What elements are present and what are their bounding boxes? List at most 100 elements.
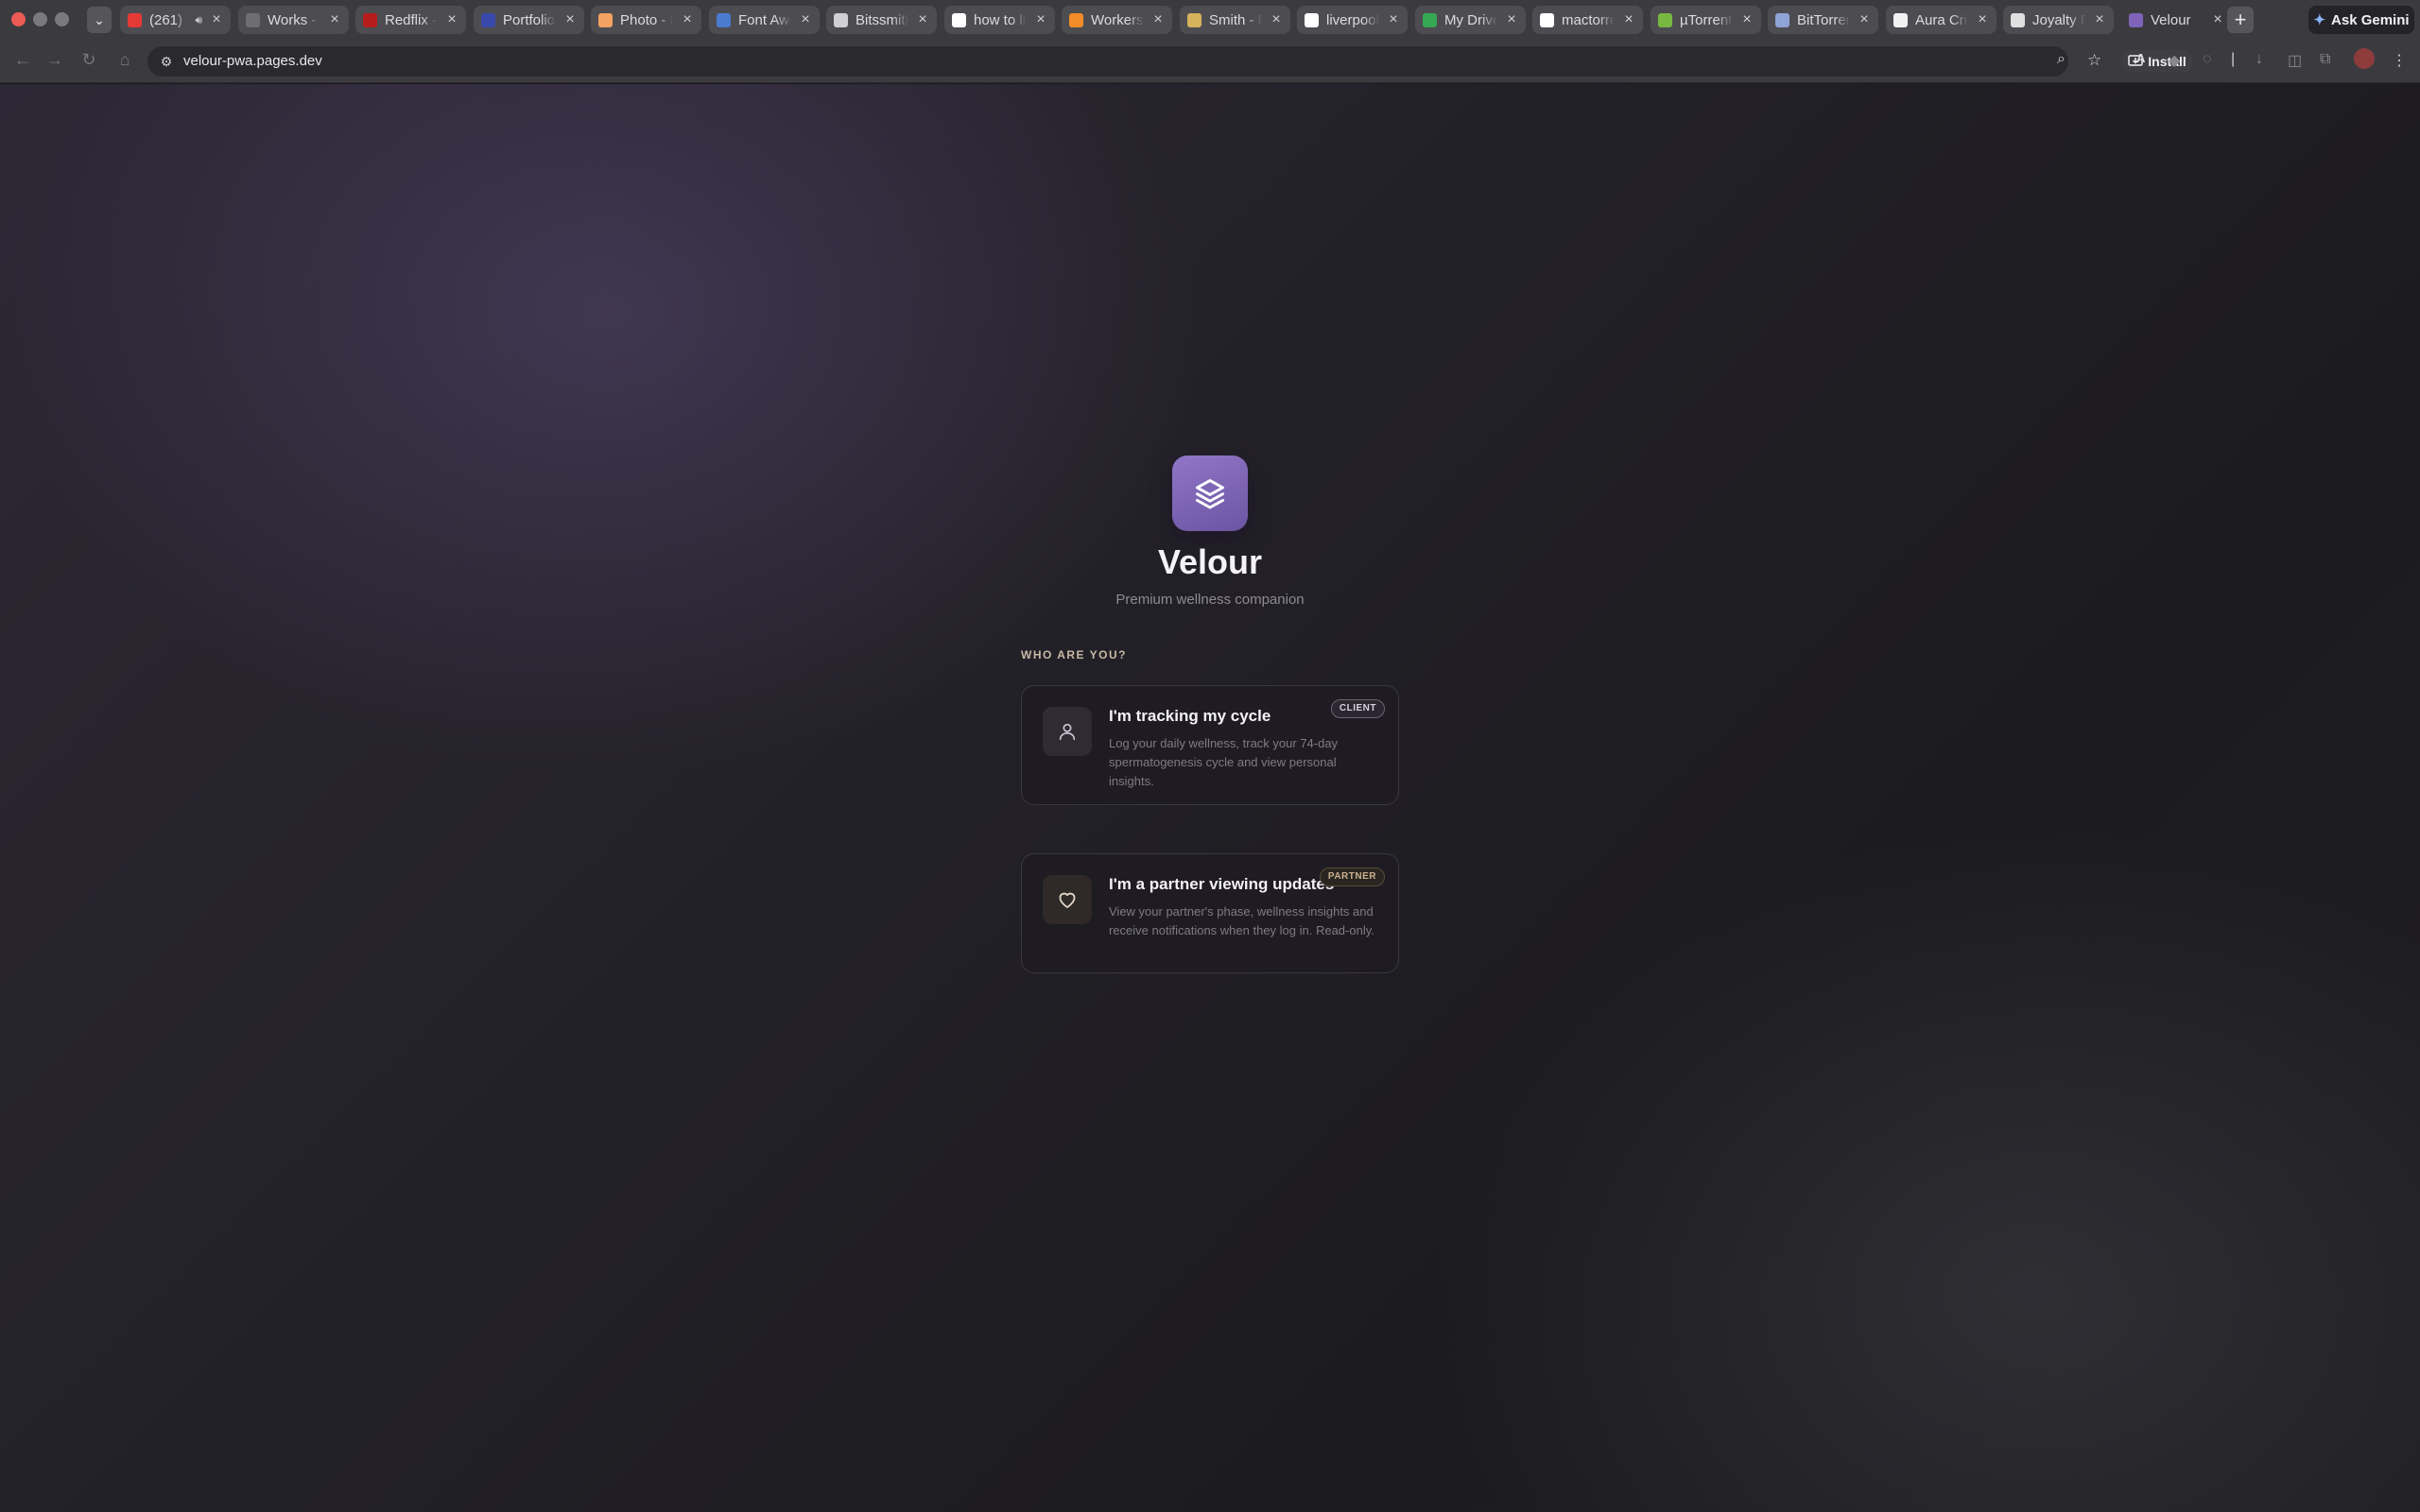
ask-gemini-button[interactable]: ✦ Ask Gemini — [2308, 6, 2414, 34]
address-bar[interactable]: ⚙ velour-pwa.pages.dev Install ⌕ ☆ — [147, 46, 2193, 77]
tab-title: Velour — [2151, 11, 2191, 28]
download-icon[interactable]: ↓ — [2256, 51, 2263, 68]
browser-tab[interactable]: µTorrent × — [1651, 6, 1761, 34]
bookmark-star-icon[interactable]: ☆ — [2087, 51, 2101, 70]
tab-close-icon[interactable]: × — [2093, 11, 2106, 28]
browser-tab[interactable]: Smith - P × — [1180, 6, 1290, 34]
tab-close-icon[interactable]: × — [445, 11, 458, 28]
role-description: View your partner's phase, wellness insi… — [1109, 904, 1374, 937]
browser-tab[interactable]: Portfolio × — [474, 6, 584, 34]
tab-favicon-icon — [1658, 12, 1672, 27]
install-app-button[interactable]: Install — [2121, 50, 2193, 73]
tab-title: Smith - P — [1209, 11, 1262, 28]
tab-close-icon[interactable]: × — [210, 11, 223, 28]
browser-tab[interactable]: liverpool × — [1297, 6, 1408, 34]
tab-close-icon[interactable]: × — [563, 11, 577, 28]
tab-favicon-icon — [2011, 12, 2025, 27]
browser-tab[interactable]: (261) 🔊︎ × — [120, 6, 231, 34]
tab-close-icon[interactable]: × — [1151, 11, 1165, 28]
browser-tab[interactable]: Aura Criti × — [1886, 6, 1996, 34]
toolbar-separator: | — [2231, 51, 2236, 67]
back-icon[interactable]: ← — [11, 50, 34, 70]
browser-tab[interactable]: Bitssmith × — [826, 6, 937, 34]
tab-favicon-icon — [717, 12, 731, 27]
zoom-icon[interactable]: ⌕ — [2057, 51, 2066, 68]
tab-close-icon[interactable]: × — [799, 11, 812, 28]
tab-close-icon[interactable]: × — [1976, 11, 1989, 28]
browser-tab[interactable]: Works - × — [238, 6, 349, 34]
tab-search-button[interactable]: ⌄ — [87, 7, 112, 33]
tab-favicon-icon — [246, 12, 260, 27]
tab-audio-icon[interactable]: 🔊︎ — [195, 13, 202, 27]
new-tab-button[interactable]: + — [2227, 7, 2254, 33]
home-icon[interactable]: ⌂ — [113, 50, 136, 70]
tab-title: (261) — [149, 11, 183, 28]
url-text[interactable]: velour-pwa.pages.dev — [183, 53, 322, 69]
section-label: WHO ARE YOU? — [1021, 648, 1128, 662]
translate-icon[interactable]: A — [2136, 51, 2145, 65]
tab-title: My Drive — [1444, 11, 1497, 28]
tab-close-icon[interactable]: × — [2211, 11, 2224, 28]
profile-avatar[interactable] — [2354, 48, 2375, 69]
extension-icon-3[interactable]: ◫ — [2288, 51, 2302, 70]
app-name: Velour — [1157, 542, 1263, 581]
app-logo — [1172, 455, 1248, 531]
browser-tab[interactable]: Workers × — [1062, 6, 1172, 34]
tab-title: Joyalty Fi — [2032, 11, 2085, 28]
role-card-client[interactable]: I'm tracking my cycle Log your daily wel… — [1021, 685, 1399, 805]
tab-favicon-icon — [1775, 12, 1789, 27]
tab-favicon-icon — [1540, 12, 1554, 27]
tab-favicon-icon — [1187, 12, 1201, 27]
tab-close-icon[interactable]: × — [1740, 11, 1754, 28]
tab-title: Font Awe — [738, 11, 791, 28]
tab-favicon-icon — [1893, 12, 1908, 27]
tab-close-icon[interactable]: × — [1387, 11, 1400, 28]
tab-title: µTorrent — [1680, 11, 1733, 28]
window-close-button[interactable] — [11, 12, 26, 26]
app-tagline: Premium wellness companion — [1115, 592, 1305, 608]
browser-tab[interactable]: Redflix - × — [355, 6, 466, 34]
site-info-icon[interactable]: ⚙ — [157, 52, 176, 71]
tab-title: Portfolio — [503, 11, 556, 28]
browser-tab[interactable]: mactorre × — [1532, 6, 1643, 34]
browser-tab[interactable]: Joyalty Fi × — [2003, 6, 2114, 34]
tab-title: Bitssmith — [856, 11, 908, 28]
tab-title: liverpool — [1326, 11, 1379, 28]
role-icon-box — [1043, 707, 1092, 756]
role-card-partner[interactable]: I'm a partner viewing updates View your … — [1021, 853, 1399, 973]
reload-icon[interactable]: ↻ — [78, 50, 100, 70]
browser-tab[interactable]: how to li × — [944, 6, 1055, 34]
tab-close-icon[interactable]: × — [1034, 11, 1047, 28]
extension-icon-2[interactable]: ◌ — [2203, 51, 2212, 68]
window-maximize-button[interactable] — [55, 12, 69, 26]
tab-close-icon[interactable]: × — [1858, 11, 1871, 28]
tab-close-icon[interactable]: × — [916, 11, 929, 28]
tab-close-icon[interactable]: × — [1270, 11, 1283, 28]
role-description: Log your daily wellness, track your 74-d… — [1109, 736, 1339, 788]
heart-icon — [1059, 892, 1076, 908]
tab-title: mactorre — [1562, 11, 1615, 28]
menu-kebab-icon[interactable]: ⋮ — [2392, 51, 2407, 70]
browser-tab[interactable]: Font Awe × — [709, 6, 820, 34]
tab-favicon-icon — [363, 12, 377, 27]
tab-title: Photo - E — [620, 11, 673, 28]
tab-close-icon[interactable]: × — [681, 11, 694, 28]
forward-icon[interactable]: → — [43, 50, 66, 70]
sparkle-icon: ✦ — [2313, 12, 2326, 28]
browser-tab[interactable]: My Drive × — [1415, 6, 1526, 34]
window-minimize-button[interactable] — [33, 12, 47, 26]
browser-tab[interactable]: Photo - E × — [591, 6, 701, 34]
role-title: I'm tracking my cycle — [1109, 707, 1271, 725]
browser-tab[interactable]: Velour × — [2121, 6, 2232, 34]
tab-favicon-icon — [128, 12, 142, 27]
browser-tab[interactable]: BitTorren × — [1768, 6, 1878, 34]
extension-icon[interactable]: ◆ — [2169, 51, 2180, 70]
tab-close-icon[interactable]: × — [328, 11, 341, 28]
role-icon-box — [1043, 875, 1092, 924]
layers-icon — [1196, 479, 1224, 509]
extensions-puzzle-icon[interactable]: ⧉ — [2320, 51, 2330, 68]
tab-title: Works - — [268, 11, 317, 28]
tab-close-icon[interactable]: × — [1622, 11, 1635, 28]
tab-close-icon[interactable]: × — [1505, 11, 1518, 28]
role-badge: PARTNER — [1319, 868, 1385, 886]
